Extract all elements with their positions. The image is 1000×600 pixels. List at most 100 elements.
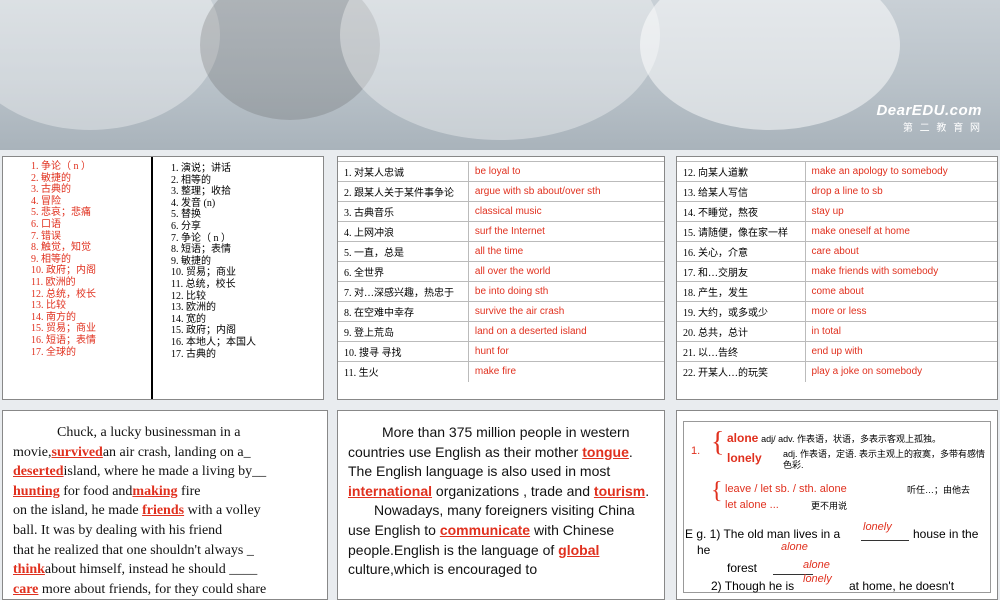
answer: international [348, 482, 433, 499]
phrase-chinese: 15. 请随便，像在家一样 [677, 221, 805, 242]
brace-icon: { [711, 478, 723, 504]
phrase-english: be into doing sth [467, 281, 664, 302]
phrase-meaning: 听任…；由他去 [907, 485, 971, 495]
divider [151, 157, 153, 399]
slide-vocab-list[interactable]: 1. 争论（ n ） 2. 敏捷的 3. 古典的 4. 冒险 5. 悲哀；悲痛 6. 口语… [2, 156, 324, 400]
phrase-english: surf the Internet [467, 221, 664, 242]
vocab-item: 4. 发音 (n) [171, 197, 216, 209]
passage-line: thinkabout himself, instead he should __… [13, 560, 321, 580]
slide-phrase-table-1[interactable]: 1. 对某人忠诚 be loyal to 2. 跟某人关于某件事争论 argue wi… [337, 156, 665, 400]
phrase-chinese: 7. 对…深感兴趣，热忠于 [338, 281, 469, 302]
phrase-english: make oneself at home [804, 221, 997, 242]
phrase-english: drop a line to sb [804, 181, 997, 202]
text: The English language is also used in mos… [348, 463, 611, 480]
passage-line: care more about friends, for they could … [13, 580, 321, 599]
vocab-item: 5. 替换 [171, 209, 201, 221]
table-row: 7. 对…深感兴趣，热忠于 be into doing sth [338, 281, 664, 302]
logo-text: DearEDU.com [876, 102, 982, 119]
phrase-table: 12. 向某人道歉 make an apology to somebody 13. … [677, 161, 997, 382]
answer: think [13, 562, 45, 578]
vocab-item: 3. 整理；收拾 [171, 186, 231, 198]
vocab-item: 7. 争论（ n ） [171, 232, 231, 244]
example-text: at home, he doesn't [849, 579, 955, 593]
vocab-item: 8. 触觉，知觉 [31, 242, 91, 254]
phrase: let alone ... [725, 499, 779, 511]
slide-alone-lonely[interactable]: 1. { alone adj/ adv. 作表语，状语，多表示客观上孤独。 lo… [676, 410, 998, 600]
phrase-english: land on a deserted island [467, 321, 664, 342]
passage-line: desertedisland, where he made a living b… [13, 462, 321, 482]
phrase-meaning: 更不用说 [811, 501, 848, 511]
phrase-chinese: 22. 开某人…的玩笑 [677, 361, 805, 382]
phrase-english: care about [804, 241, 997, 262]
answer: friends [142, 503, 185, 519]
table-row: 5. 一直，总是 all the time [338, 241, 664, 262]
example-block: E g. 1) The old man lives in a lonely ho… [685, 521, 991, 599]
brace-icon: { [711, 427, 725, 458]
phrase-chinese: 4. 上网冲浪 [338, 221, 469, 242]
table-row: 22. 开某人…的玩笑 play a joke on somebody [677, 361, 997, 382]
text: island, where he made a living by__ [63, 464, 267, 480]
example-text: 2) Though he is [711, 579, 795, 593]
table-row: 19. 大约，或多或少 more or less [677, 301, 997, 322]
answer: tourism [593, 482, 646, 499]
table-row: 20. 总共，总计 in total [677, 321, 997, 342]
example-text: E g. 1) The old man lives in a [685, 527, 841, 541]
phrase-table: 1. 对某人忠诚 be loyal to 2. 跟某人关于某件事争论 argue wi… [338, 161, 664, 382]
vocab-item: 14. 宽的 [171, 313, 206, 325]
phrase-english: make friends with somebody [804, 261, 997, 282]
item-number: 1. [691, 445, 701, 457]
answer: hunting [13, 483, 60, 499]
phrase-chinese: 3. 古典音乐 [338, 201, 469, 222]
phrase-chinese: 6. 全世界 [338, 261, 469, 282]
vocab-item: 12. 总统，校长 [31, 288, 96, 300]
table-row: 1. 对某人忠诚 be loyal to [338, 161, 664, 182]
vocab-item: 17. 古典的 [171, 348, 216, 360]
phrase-english: hunt for [467, 341, 664, 362]
slide-passage-english[interactable]: More than 375 million people in western … [337, 410, 665, 600]
table-row: 17. 和…交朋友 make friends with somebody [677, 261, 997, 282]
table-row: 6. 全世界 all over the world [338, 261, 664, 282]
word: alone [727, 431, 759, 445]
vocab-item: 15. 政府；内阁 [171, 325, 236, 337]
phrase-chinese: 8. 在空难中幸存 [338, 301, 469, 322]
vocab-item: 16. 本地人；本国人 [171, 336, 256, 348]
vocab-item: 1. 争论（ n ） [31, 161, 91, 172]
passage-line: movie,survivedan air crash, landing on a… [13, 443, 321, 463]
passage-line: that he realized that one shouldn't alwa… [13, 542, 254, 558]
slide-passage-chuck[interactable]: Chuck, a lucky businessman in a movie,su… [2, 410, 328, 600]
phrase-chinese: 12. 向某人道歉 [677, 161, 805, 182]
phrase-block: { leave / let sb. / sth. alone 听任…；由他去 l… [685, 479, 991, 517]
phrase-english: make fire [467, 361, 664, 382]
vocab-item: 7. 错误 [31, 230, 61, 242]
phrase-english: all the time [467, 241, 664, 262]
vocab-item: 13. 比较 [31, 300, 66, 312]
vocab-item: 11. 总统，校长 [171, 278, 236, 290]
alone-def: alone adj/ adv. 作表语，状语，多表示客观上孤独。 [727, 431, 941, 445]
phrase-english: come about [804, 281, 997, 302]
phrase-english: classical music [467, 201, 664, 222]
site-logo[interactable]: DearEDU.com 第 二 教 育 网 [876, 102, 982, 134]
phrase-chinese: 14. 不睡觉，熬夜 [677, 201, 805, 222]
slide-phrase-table-2[interactable]: 12. 向某人道歉 make an apology to somebody 13. … [676, 156, 998, 400]
phrase-english: make an apology to somebody [804, 161, 997, 182]
vocab-item: 13. 欧洲的 [171, 302, 216, 314]
vocab-list-left: 1. 争论（ n ） 2. 敏捷的 3. 古典的 4. 冒险 5. 悲哀；悲痛 6. 口语… [31, 161, 96, 358]
vocab-item: 5. 悲哀；悲痛 [31, 207, 91, 219]
table-row: 18. 产生，发生 come about [677, 281, 997, 302]
phrase-english: more or less [804, 301, 997, 322]
vocab-list-right: 1. 演说；讲话 2. 相等的 3. 整理；收拾 4. 发音 (n) 5. 替换 6. 分… [171, 163, 256, 360]
passage-paragraph: More than 375 million people in western … [348, 424, 650, 499]
word: lonely [727, 451, 762, 465]
phrase-english: end up with [804, 341, 997, 362]
vocab-item: 2. 相等的 [171, 174, 211, 186]
phrase: leave / let sb. / sth. alone [725, 483, 847, 495]
header-banner: DearEDU.com 第 二 教 育 网 [0, 0, 1000, 150]
slide-content: 1. { alone adj/ adv. 作表语，状语，多表示客观上孤独。 lo… [685, 427, 991, 599]
phrase-chinese: 16. 关心，介意 [677, 241, 805, 262]
banner-decoration [640, 0, 900, 130]
vocab-item: 2. 敏捷的 [31, 172, 71, 184]
vocab-item: 6. 分享 [171, 220, 201, 232]
vocab-item: 8. 短语；表情 [171, 244, 231, 256]
table-row: 14. 不睡觉，熬夜 stay up [677, 201, 997, 222]
vocab-item: 9. 敏捷的 [171, 255, 211, 267]
